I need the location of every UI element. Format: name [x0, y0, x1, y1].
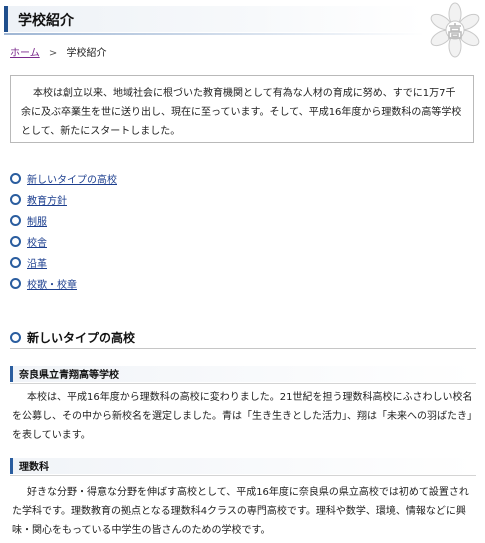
nav-item-new-type[interactable]: 新しいタイプの高校 — [10, 168, 117, 189]
page-title-bar: 学校紹介 — [4, 6, 424, 32]
circle-bullet-icon — [10, 257, 21, 268]
school-emblem-icon — [429, 2, 481, 58]
subsection-body: 好きな分野・得意な分野を伸ばす高校として、平成16年度に奈良県の県立高校では初め… — [12, 487, 469, 536]
breadcrumb-current: 学校紹介 — [66, 48, 107, 59]
breadcrumb-home-link[interactable]: ホーム — [10, 48, 40, 59]
nav-item-history[interactable]: 沿革 — [10, 252, 117, 273]
nav-item-song-emblem[interactable]: 校歌・校章 — [10, 273, 117, 294]
section-heading: 新しいタイプの高校 — [10, 326, 476, 349]
nav-link[interactable]: 校舎 — [27, 234, 47, 249]
subsection-heading: 奈良県立青翔高等学校 — [10, 366, 476, 382]
nav-item-policy[interactable]: 教育方針 — [10, 189, 117, 210]
nav-link[interactable]: 沿革 — [27, 255, 47, 270]
nav-link[interactable]: 教育方針 — [27, 192, 67, 207]
nav-link[interactable]: 制服 — [27, 213, 47, 228]
circle-bullet-icon — [10, 215, 21, 226]
page-nav: 新しいタイプの高校 教育方針 制服 校舎 沿革 校歌・校章 — [10, 168, 117, 294]
circle-bullet-icon — [10, 331, 21, 343]
subsection-divider — [10, 475, 476, 476]
intro-box: 本校は創立以来、地域社会に根づいた教育機関として有為な人材の育成に努め、すでに1… — [10, 75, 474, 143]
subsection-divider — [10, 383, 476, 384]
subsection-body: 本校は、平成16年度から理数科の高校に変わりました。21世紀を担う理数科高校にふ… — [12, 392, 473, 441]
intro-text: 本校は創立以来、地域社会に根づいた教育機関として有為な人材の育成に努め、すでに1… — [21, 88, 462, 137]
title-underline — [4, 33, 424, 35]
nav-item-building[interactable]: 校舎 — [10, 231, 117, 252]
breadcrumb-separator: > — [48, 48, 58, 59]
breadcrumb: ホーム > 学校紹介 — [10, 44, 106, 59]
circle-bullet-icon — [10, 194, 21, 205]
nav-link[interactable]: 校歌・校章 — [27, 276, 77, 291]
subsection-heading: 理数科 — [10, 458, 476, 474]
nav-item-uniform[interactable]: 制服 — [10, 210, 117, 231]
circle-bullet-icon — [10, 236, 21, 247]
circle-bullet-icon — [10, 173, 21, 184]
section-heading-text: 新しいタイプの高校 — [27, 330, 136, 345]
page-title: 学校紹介 — [18, 13, 74, 29]
nav-link[interactable]: 新しいタイプの高校 — [27, 171, 117, 186]
circle-bullet-icon — [10, 278, 21, 289]
